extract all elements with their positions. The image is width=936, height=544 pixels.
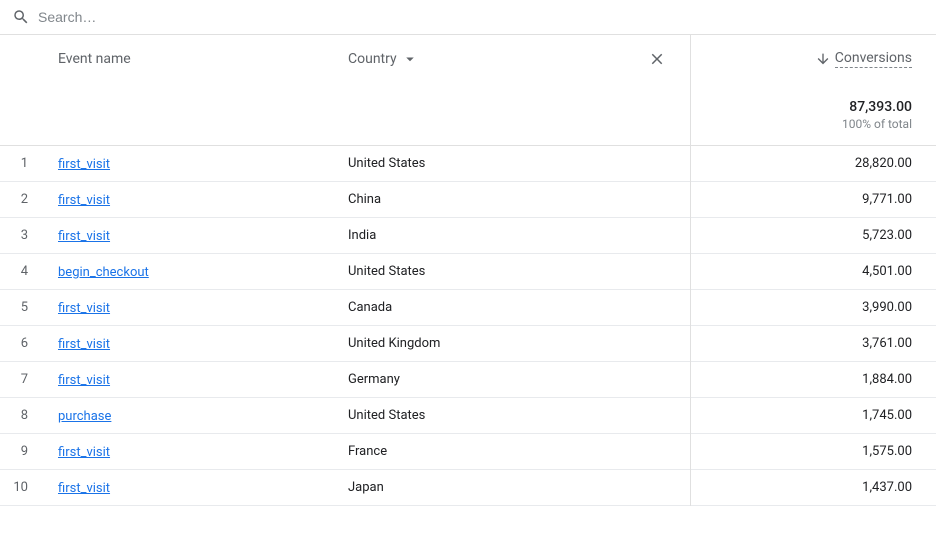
column-conversions-header[interactable]: Conversions xyxy=(691,35,936,83)
table-row: 5,723.00 xyxy=(691,218,936,254)
row-index: 7 xyxy=(8,372,48,387)
table-metrics-section: Conversions 87,393.00 100% of total 28,8… xyxy=(691,35,936,506)
table-row: 1,437.00 xyxy=(691,470,936,506)
conversions-cell: 5,723.00 xyxy=(862,228,912,243)
table-row: 2 first_visit China xyxy=(0,182,690,218)
event-name-cell: first_visit xyxy=(48,192,348,208)
close-icon[interactable] xyxy=(648,50,666,68)
row-index: 9 xyxy=(8,444,48,459)
event-name-cell: first_visit xyxy=(48,228,348,244)
row-index: 1 xyxy=(8,156,48,171)
conversions-cell: 4,501.00 xyxy=(862,264,912,279)
event-name-cell: first_visit xyxy=(48,300,348,316)
table-row: 1,745.00 xyxy=(691,398,936,434)
table-row: 9,771.00 xyxy=(691,182,936,218)
event-link[interactable]: first_visit xyxy=(58,301,110,316)
row-index: 4 xyxy=(8,264,48,279)
event-link[interactable]: first_visit xyxy=(58,445,110,460)
summary-row: 87,393.00 100% of total xyxy=(691,83,936,146)
country-cell: Germany xyxy=(348,372,690,387)
country-header-label: Country xyxy=(348,51,397,67)
table-row: 3 first_visit India xyxy=(0,218,690,254)
column-country-header[interactable]: Country xyxy=(348,50,674,68)
event-link[interactable]: first_visit xyxy=(58,229,110,244)
conversions-cell: 3,990.00 xyxy=(862,300,912,315)
table-row: 3,761.00 xyxy=(691,326,936,362)
table-row: 9 first_visit France xyxy=(0,434,690,470)
country-cell: India xyxy=(348,228,690,243)
event-link[interactable]: first_visit xyxy=(58,193,110,208)
country-cell: France xyxy=(348,444,690,459)
row-index: 6 xyxy=(8,336,48,351)
table-row: 5 first_visit Canada xyxy=(0,290,690,326)
conversions-cell: 1,745.00 xyxy=(862,408,912,423)
table-header-row: Event name Country xyxy=(0,35,690,83)
conversions-cell: 1,575.00 xyxy=(862,444,912,459)
summary-spacer xyxy=(0,83,690,146)
event-name-cell: first_visit xyxy=(48,444,348,460)
table-row: 28,820.00 xyxy=(691,146,936,182)
dropdown-icon xyxy=(401,50,419,68)
event-name-cell: first_visit xyxy=(48,336,348,352)
event-name-cell: first_visit xyxy=(48,372,348,388)
table-row: 1 first_visit United States xyxy=(0,146,690,182)
conversions-cell: 1,437.00 xyxy=(862,480,912,495)
table-row: 6 first_visit United Kingdom xyxy=(0,326,690,362)
conversions-cell: 1,884.00 xyxy=(862,372,912,387)
event-link[interactable]: first_visit xyxy=(58,157,110,172)
summary-total: 87,393.00 xyxy=(707,99,912,115)
row-index: 2 xyxy=(8,192,48,207)
table-row: 1,884.00 xyxy=(691,362,936,398)
event-link[interactable]: first_visit xyxy=(58,337,110,352)
row-index: 10 xyxy=(8,480,48,495)
event-link[interactable]: first_visit xyxy=(58,373,110,388)
row-index: 8 xyxy=(8,408,48,423)
search-bar xyxy=(0,0,936,35)
event-link[interactable]: begin_checkout xyxy=(58,265,149,280)
table-row: 4,501.00 xyxy=(691,254,936,290)
event-name-cell: first_visit xyxy=(48,480,348,496)
table-row: 8 purchase United States xyxy=(0,398,690,434)
country-cell: Japan xyxy=(348,480,690,495)
country-cell: United Kingdom xyxy=(348,336,690,351)
row-index: 3 xyxy=(8,228,48,243)
table-dimensions-section: Event name Country 1 first_visit United St… xyxy=(0,35,691,506)
country-cell: United States xyxy=(348,408,690,423)
summary-percent: 100% of total xyxy=(707,117,912,131)
event-link[interactable]: purchase xyxy=(58,409,111,424)
table-row: 4 begin_checkout United States xyxy=(0,254,690,290)
data-table: Event name Country 1 first_visit United St… xyxy=(0,35,936,506)
search-input[interactable] xyxy=(38,9,924,25)
table-row: 7 first_visit Germany xyxy=(0,362,690,398)
conversions-cell: 28,820.00 xyxy=(855,156,912,171)
country-cell: United States xyxy=(348,156,690,171)
country-cell: Canada xyxy=(348,300,690,315)
event-link[interactable]: first_visit xyxy=(58,481,110,496)
row-index: 5 xyxy=(8,300,48,315)
country-cell: China xyxy=(348,192,690,207)
event-name-cell: begin_checkout xyxy=(48,264,348,280)
conversions-cell: 3,761.00 xyxy=(862,336,912,351)
column-event-name-header[interactable]: Event name xyxy=(48,51,348,67)
conversions-label: Conversions xyxy=(835,50,912,68)
search-icon xyxy=(12,8,30,26)
table-row: 1,575.00 xyxy=(691,434,936,470)
arrow-down-icon xyxy=(815,51,831,67)
table-row: 3,990.00 xyxy=(691,290,936,326)
conversions-cell: 9,771.00 xyxy=(862,192,912,207)
event-name-cell: first_visit xyxy=(48,156,348,172)
table-row: 10 first_visit Japan xyxy=(0,470,690,506)
event-name-cell: purchase xyxy=(48,408,348,424)
country-cell: United States xyxy=(348,264,690,279)
